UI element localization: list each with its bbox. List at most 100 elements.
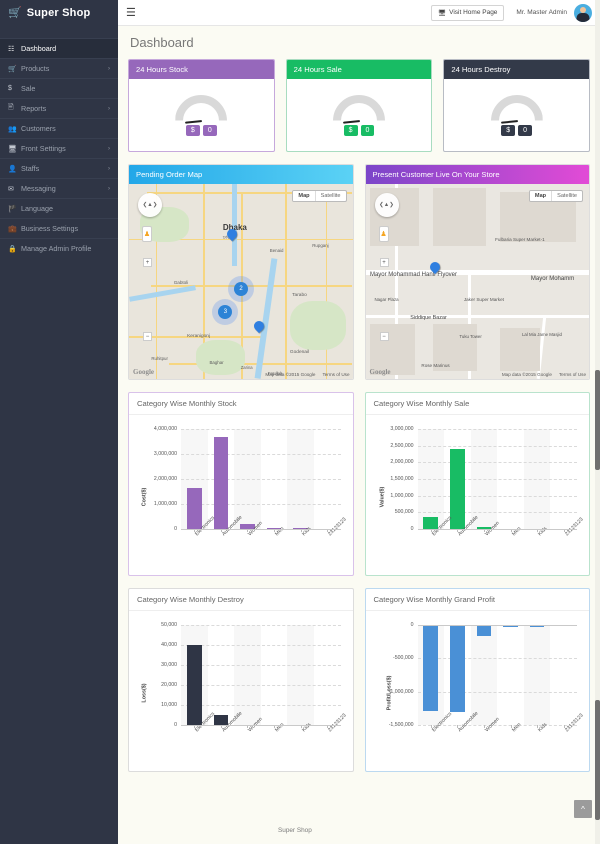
map-zoom-out-button[interactable]: −: [143, 332, 152, 341]
stat-card-title: 24 Hours Sale: [286, 60, 432, 79]
map-card-pending-order: Pending Order Map Dhaka ঢাকা Gabtoli Keranig…: [128, 164, 354, 380]
street-view-pegman-icon[interactable]: ♟: [378, 226, 389, 242]
sidebar-item-front-settings[interactable]: 🖥 Front Settings ›: [0, 138, 118, 158]
google-logo: Google: [133, 368, 154, 376]
stat-badges: $0: [501, 124, 533, 136]
bar: [186, 645, 202, 725]
sidebar-item-label: Manage Admin Profile: [21, 244, 92, 253]
map-label: Baghar: [209, 359, 224, 365]
map-type-switcher[interactable]: Map Satellite: [528, 190, 583, 202]
map-attribution: Map data ©2015 Google: [501, 372, 552, 377]
brand[interactable]: 🛒 Super Shop: [0, 0, 118, 26]
main-area: ☰ 🖥 Visit Home Page Mr. Master Admin Das…: [118, 0, 600, 844]
bar: [213, 437, 229, 529]
chevron-right-icon: ›: [108, 145, 110, 152]
chart-plot: Profit/Loss($) 0 -500,000 -1,000,000 -1,500,…: [372, 619, 584, 767]
chart-card-category-wise-monthly-sale: Category Wise Monthly Sale Value($) 0 500,0…: [364, 392, 590, 576]
scroll-to-top-button[interactable]: ^: [574, 800, 592, 818]
map-type-map[interactable]: Map: [293, 191, 315, 201]
chart-plot: Loss($) 0 10,000 20,000 30,000 40,000 50,000 El…: [135, 619, 348, 767]
sidebar-item-customers[interactable]: 👥 Customers: [0, 118, 118, 138]
sidebar-item-products[interactable]: 🛒 Products ›: [0, 58, 118, 78]
map-terms-link[interactable]: Terms of Use: [322, 372, 349, 377]
sidebar-item-dashboard[interactable]: ☷ Dashboard: [0, 38, 118, 58]
avatar[interactable]: [574, 3, 592, 22]
sidebar-item-sale[interactable]: $ Sale: [0, 78, 118, 98]
x-axis-line: [181, 529, 341, 530]
map-type-satellite[interactable]: Satellite: [551, 191, 582, 201]
map-zoom-in-button[interactable]: +: [379, 258, 389, 267]
map-zoom-out-button[interactable]: −: [379, 332, 389, 341]
bar: [450, 625, 465, 713]
chevron-right-icon: ›: [108, 165, 110, 172]
maps-row: Pending Order Map Dhaka ঢাকা Gabtoli Keranig…: [128, 164, 590, 380]
map-card-title: Pending Order Map: [129, 165, 353, 184]
y-tick-label: -500,000: [393, 655, 414, 662]
map-zoom-in-button[interactable]: +: [143, 258, 152, 267]
sidebar-item-messaging[interactable]: ✉ Messaging ›: [0, 178, 118, 198]
chevron-up-icon: ^: [581, 804, 585, 814]
chevron-right-icon: ›: [108, 65, 110, 72]
y-tick-label: 1,000,000: [390, 492, 414, 499]
y-tick-label: 40,000: [161, 642, 177, 648]
stat-card-title: 24 Hours Destroy: [444, 60, 590, 79]
map-canvas[interactable]: Mayor Mohammad Hanif Flyover Mayor Mohamm…: [365, 184, 589, 379]
sidebar-item-reports[interactable]: 🖹 Reports ›: [0, 98, 118, 118]
sidebar-item-business-settings[interactable]: 💼 Business Settings: [0, 218, 118, 238]
dollar-icon: $: [8, 85, 12, 92]
map-cluster[interactable]: 3: [218, 304, 233, 319]
map-label: Benaid: [269, 248, 284, 254]
map-type-satellite[interactable]: Satellite: [314, 191, 346, 201]
scrollbar-thumb-lower[interactable]: [595, 700, 600, 820]
map-terms-link[interactable]: Terms of Use: [559, 372, 586, 377]
sidebar-item-label: Customers: [21, 124, 56, 133]
map-canvas[interactable]: Dhaka ঢাকা Gabtoli Keranigonj Ruhitpur Baghar…: [129, 184, 353, 379]
map-label: Tuku Tower: [459, 334, 482, 340]
sidebar-item-language[interactable]: 🏴 Language: [0, 198, 118, 218]
sidebar-item-manage-admin-profile[interactable]: 🔒 Manage Admin Profile: [0, 238, 118, 258]
y-tick-label: 0: [410, 526, 414, 532]
gauge-icon: [490, 94, 543, 124]
y-tick-label: -1,000,000: [388, 688, 414, 695]
visit-home-page-button[interactable]: 🖥 Visit Home Page: [430, 4, 505, 21]
bar: [423, 625, 439, 711]
page-scrollbar[interactable]: [595, 0, 600, 844]
street-view-pegman-icon[interactable]: ♟: [142, 226, 152, 242]
x-tick-label: 23123123: [563, 712, 585, 734]
hamburger-icon[interactable]: ☰: [126, 6, 136, 19]
y-tick-label: -1,500,000: [388, 722, 414, 728]
map-pan-control[interactable]: ❮▲❯: [138, 193, 162, 217]
map-attribution: Map data ©2015 Google: [265, 372, 316, 377]
map-label: Nagar Plaza: [374, 297, 399, 303]
monitor-icon: 🖥: [8, 145, 17, 153]
map-label: Siddique Bazar: [410, 314, 447, 321]
y-axis-label: Loss($): [141, 683, 148, 703]
currency-badge: $: [501, 124, 516, 136]
x-tick-label: 23123123: [327, 712, 348, 734]
stat-card-24-hours-stock: 24 Hours Stock $0: [128, 59, 275, 152]
map-cluster[interactable]: 2: [234, 281, 249, 296]
value-badge: 0: [202, 124, 217, 136]
gauge-icon: [333, 94, 385, 124]
chart-grid: 0 500,000 1,000,000 1,500,000 2,000,000 2,500…: [390, 426, 584, 537]
map-type-switcher[interactable]: Map Satellite: [292, 190, 347, 202]
sidebar-item-label: Reports: [21, 104, 47, 113]
sidebar-item-label: Staffs: [21, 164, 40, 173]
y-tick-label: 3,000,000: [153, 451, 177, 457]
google-logo: Google: [369, 368, 391, 376]
scrollbar-thumb-upper[interactable]: [595, 370, 600, 470]
map-label: Zarina: [240, 365, 253, 371]
sidebar-item-staffs[interactable]: 👤 Staffs ›: [0, 158, 118, 178]
sidebar-item-label: Language: [21, 204, 53, 213]
map-type-map[interactable]: Map: [529, 191, 552, 201]
topbar: ☰ 🖥 Visit Home Page Mr. Master Admin: [118, 0, 600, 26]
map-card-present-customer: Present Customer Live On Your Store Mayor…: [364, 164, 590, 380]
map-label: Rose Marinus: [421, 363, 450, 369]
chart-body: Profit/Loss($) 0 -500,000 -1,000,000 -1,500,…: [366, 611, 590, 771]
x-tick-label: 23123123: [563, 516, 585, 538]
map-pan-control[interactable]: ❮▲❯: [374, 193, 399, 217]
map-label: Jaker Super Market: [463, 297, 504, 303]
bar: [476, 625, 492, 637]
chart-plot: Cost($) 0 1,000,000 2,000,000 3,000,000 4,000…: [135, 423, 347, 571]
bar: [186, 487, 202, 529]
